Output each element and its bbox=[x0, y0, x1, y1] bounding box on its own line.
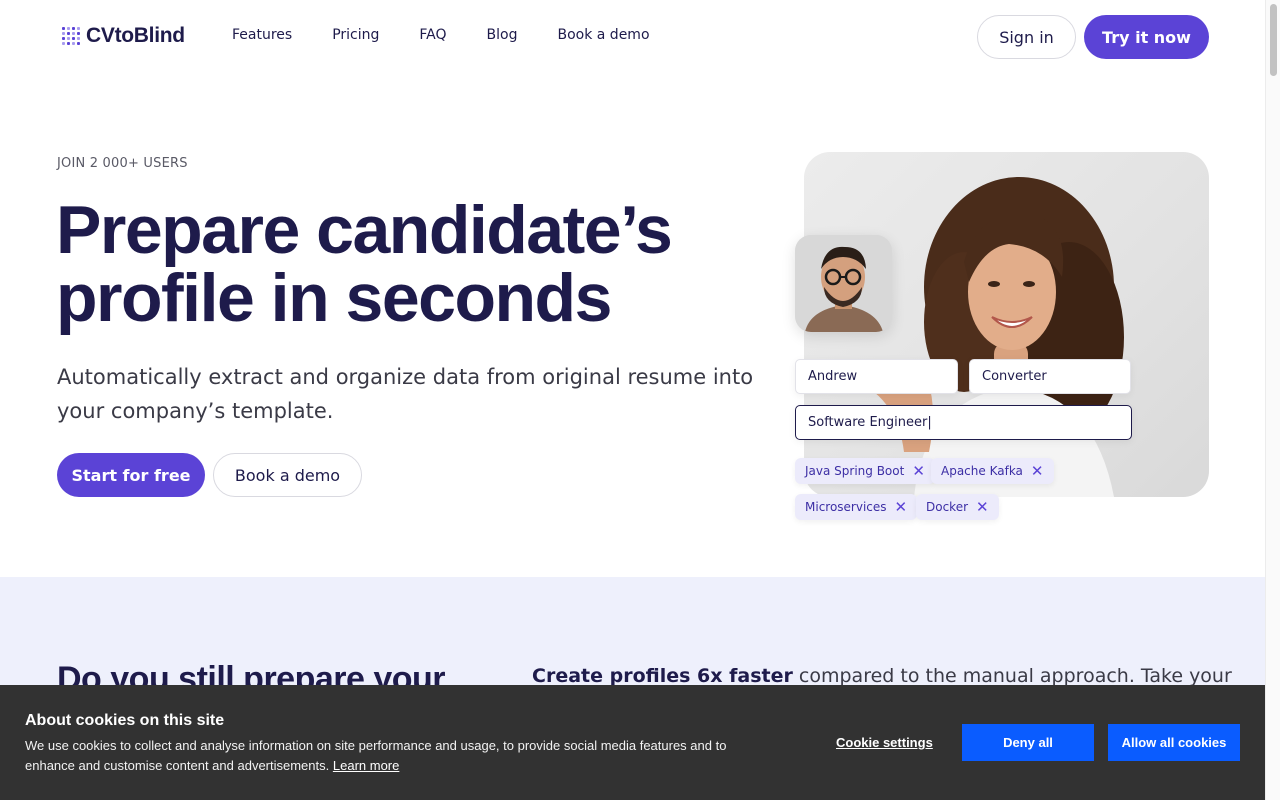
scrollbar-thumb[interactable] bbox=[1270, 4, 1277, 76]
nav-blog[interactable]: Blog bbox=[487, 27, 518, 43]
brand-name: CVtoBlind bbox=[86, 24, 185, 47]
nav-book-demo[interactable]: Book a demo bbox=[557, 27, 649, 43]
skill-tag: Docker ✕ bbox=[916, 494, 999, 520]
skill-tag-label: Docker bbox=[926, 500, 969, 514]
section-text-bold: Create profiles 6x faster bbox=[532, 665, 793, 687]
try-it-now-button[interactable]: Try it now bbox=[1084, 15, 1209, 59]
section-text-rest: compared to the manual approach. Take yo… bbox=[792, 665, 1232, 687]
skill-tag-label: Apache Kafka bbox=[941, 464, 1023, 478]
sign-in-button[interactable]: Sign in bbox=[977, 15, 1076, 59]
close-icon[interactable]: ✕ bbox=[895, 499, 908, 515]
section-text: Create profiles 6x faster compared to th… bbox=[532, 665, 1232, 687]
hero-title-line-1: Prepare candidate’s bbox=[56, 192, 673, 268]
start-for-free-button[interactable]: Start for free bbox=[57, 453, 205, 497]
man-avatar-illustration bbox=[795, 235, 892, 332]
close-icon[interactable]: ✕ bbox=[912, 463, 925, 479]
skill-tag: Java Spring Boot ✕ bbox=[795, 458, 935, 484]
job-title-field[interactable]: Software Engineer| bbox=[795, 405, 1132, 440]
allow-all-cookies-button[interactable]: Allow all cookies bbox=[1108, 724, 1240, 761]
cookie-settings-link[interactable]: Cookie settings bbox=[836, 735, 933, 750]
learn-more-link[interactable]: Learn more bbox=[333, 758, 399, 773]
main-nav: Features Pricing FAQ Blog Book a demo bbox=[232, 27, 650, 43]
cookie-banner: About cookies on this site We use cookie… bbox=[0, 685, 1265, 800]
last-name-field[interactable]: Converter bbox=[969, 359, 1131, 394]
book-demo-button[interactable]: Book a demo bbox=[213, 453, 362, 497]
logo-grid-icon bbox=[62, 27, 80, 45]
cookie-banner-title: About cookies on this site bbox=[25, 712, 225, 729]
page-scrollbar[interactable] bbox=[1265, 0, 1280, 800]
skill-tag-label: Java Spring Boot bbox=[805, 464, 905, 478]
skill-tag-label: Microservices bbox=[805, 500, 887, 514]
close-icon[interactable]: ✕ bbox=[976, 499, 989, 515]
nav-faq[interactable]: FAQ bbox=[419, 27, 446, 43]
brand-logo[interactable]: CVtoBlind bbox=[62, 24, 185, 48]
skill-tag: Microservices ✕ bbox=[795, 494, 918, 520]
candidate-avatar bbox=[795, 235, 892, 332]
hero-title: Prepare candidate’s profile in seconds bbox=[56, 196, 776, 332]
deny-all-button[interactable]: Deny all bbox=[962, 724, 1094, 761]
close-icon[interactable]: ✕ bbox=[1031, 463, 1044, 479]
hero-subtitle: Automatically extract and organize data … bbox=[57, 365, 754, 423]
cookie-banner-text: We use cookies to collect and analyse in… bbox=[25, 736, 765, 776]
first-name-field[interactable]: Andrew bbox=[795, 359, 958, 394]
skill-tag: Apache Kafka ✕ bbox=[931, 458, 1054, 484]
nav-features[interactable]: Features bbox=[232, 27, 292, 43]
hero-eyebrow: JOIN 2 000+ USERS bbox=[57, 156, 188, 171]
nav-pricing[interactable]: Pricing bbox=[332, 27, 379, 43]
site-header: CVtoBlind Features Pricing FAQ Blog Book… bbox=[0, 0, 1265, 74]
hero-title-line-2: profile in seconds bbox=[56, 260, 612, 336]
